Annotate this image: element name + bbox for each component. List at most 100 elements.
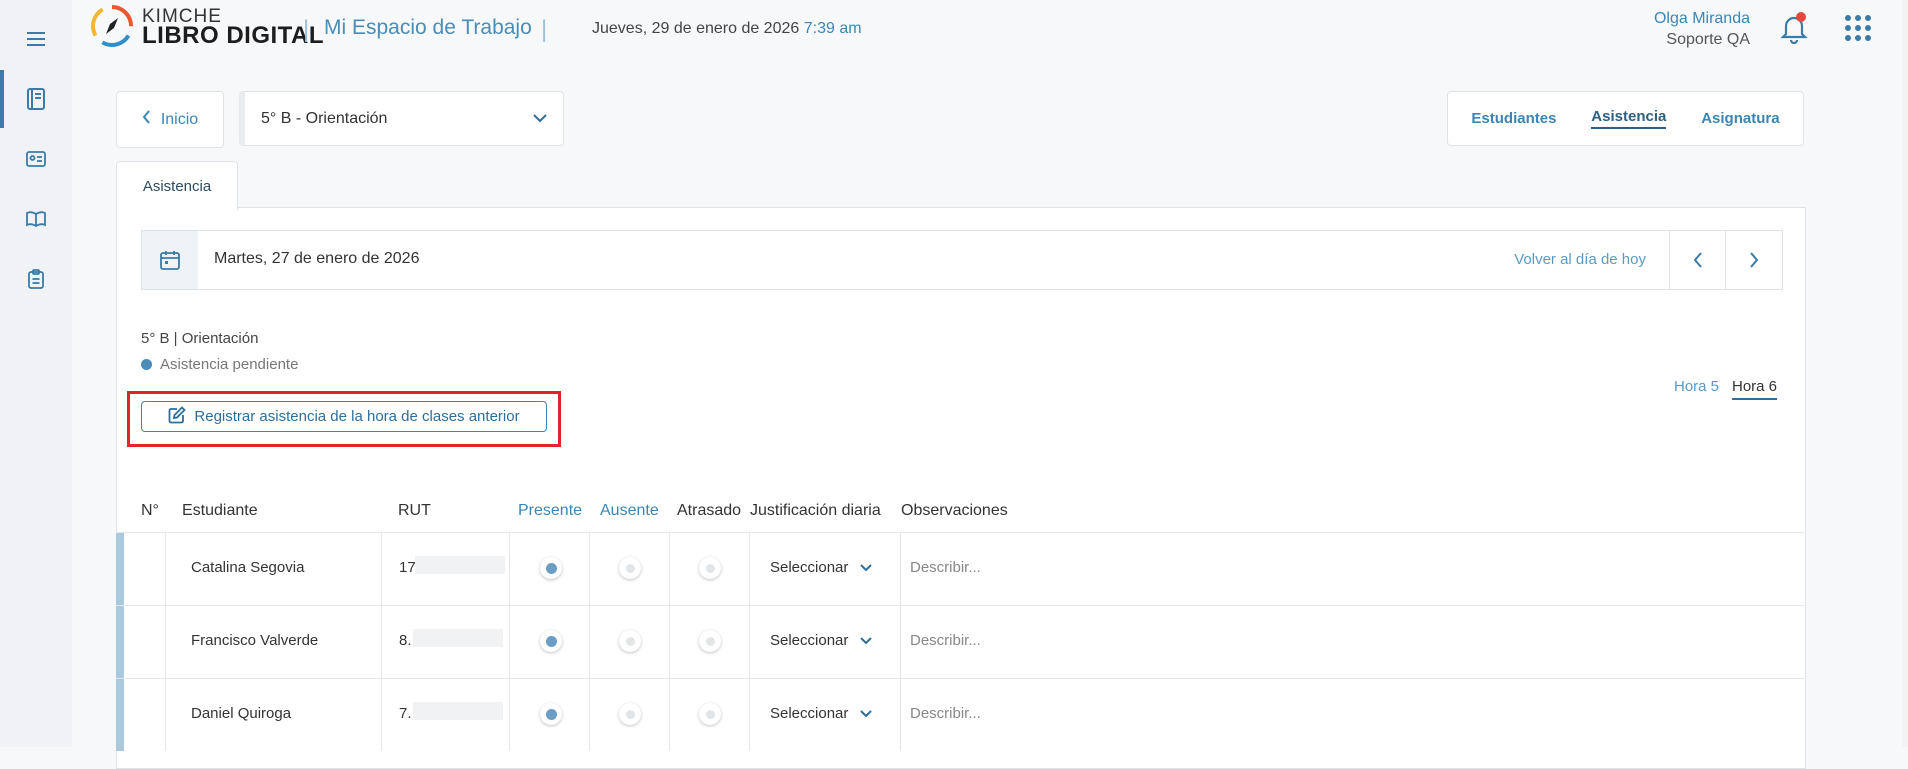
column-divider — [165, 533, 166, 605]
student-rut: 7. — [399, 705, 412, 722]
column-divider — [509, 679, 510, 751]
tab-asistencia[interactable]: Asistencia — [1591, 108, 1667, 129]
tab-asignatura[interactable]: Asignatura — [1701, 110, 1779, 127]
status-text: Asistencia pendiente — [160, 356, 299, 373]
sidebar — [0, 0, 72, 747]
date-bar: Martes, 27 de enero de 2026 Volver al dí… — [141, 230, 1783, 290]
back-button[interactable]: Inicio — [116, 91, 224, 148]
column-divider — [509, 533, 510, 605]
student-name: Catalina Segovia — [191, 559, 305, 576]
back-button-label: Inicio — [160, 110, 199, 128]
student-name: Daniel Quiroga — [191, 705, 292, 722]
observations-input[interactable]: Describir... — [910, 705, 981, 722]
page-tab-asistencia[interactable]: Asistencia — [116, 161, 238, 210]
present-radio[interactable] — [540, 557, 562, 579]
tab-estudiantes[interactable]: Estudiantes — [1471, 110, 1556, 127]
tab-hora-5[interactable]: Hora 5 — [1674, 378, 1719, 395]
col-header-rut: RUT — [398, 502, 431, 519]
register-button-label: Registrar asistencia de la hora de clase… — [194, 408, 520, 425]
justification-select-value: Seleccionar — [770, 705, 849, 722]
rut-mask — [413, 629, 503, 647]
compass-logo-icon — [90, 4, 134, 53]
column-divider — [669, 606, 670, 678]
course-line: 5° B | Orientación — [141, 330, 259, 347]
justification-select[interactable]: Seleccionar — [770, 705, 873, 722]
book-icon[interactable] — [24, 207, 48, 231]
col-header-absent[interactable]: Ausente — [600, 502, 659, 520]
row-indicator — [116, 533, 124, 605]
column-divider — [381, 533, 382, 605]
apps-grid-icon[interactable] — [1845, 15, 1871, 46]
late-radio[interactable] — [699, 557, 721, 579]
clipboard-icon[interactable] — [24, 267, 48, 291]
column-divider — [749, 679, 750, 751]
col-header-observations: Observaciones — [901, 502, 1008, 519]
status-line: Asistencia pendiente — [141, 356, 298, 373]
column-divider — [669, 679, 670, 751]
present-radio[interactable] — [540, 703, 562, 725]
student-rut: 17 — [399, 559, 416, 576]
header-date-text: Jueves, 29 de enero de 2026 — [592, 20, 800, 37]
column-divider — [509, 606, 510, 678]
column-divider — [589, 606, 590, 678]
absent-radio[interactable] — [619, 703, 641, 725]
late-radio[interactable] — [699, 703, 721, 725]
tab-hora-6[interactable]: Hora 6 — [1732, 378, 1778, 400]
column-divider — [381, 606, 382, 678]
chevron-down-icon — [860, 632, 873, 649]
column-divider — [749, 606, 750, 678]
justification-select[interactable]: Seleccionar — [770, 632, 873, 649]
course-select[interactable]: 5° B - Orientación — [239, 91, 564, 146]
notebook-icon[interactable] — [24, 87, 48, 111]
id-card-icon[interactable] — [24, 147, 48, 171]
chevron-left-icon — [142, 110, 151, 129]
col-header-number: N° — [141, 502, 159, 519]
header-date: Jueves, 29 de enero de 2026 7:39 am — [592, 20, 862, 38]
sidebar-active-indicator — [0, 70, 4, 128]
student-rut: 8. — [399, 632, 412, 649]
chevron-right-icon[interactable] — [1725, 231, 1782, 289]
column-divider — [165, 679, 166, 751]
justification-select-value: Seleccionar — [770, 559, 849, 576]
section-tabs: Estudiantes Asistencia Asignatura — [1447, 91, 1804, 146]
chevron-down-icon — [533, 110, 547, 128]
register-previous-hour-button[interactable]: Registrar asistencia de la hora de clase… — [141, 401, 547, 432]
bell-icon[interactable] — [1780, 12, 1808, 49]
header-time: 7:39 am — [803, 20, 862, 37]
user-name[interactable]: Olga Miranda — [1654, 10, 1750, 28]
chevron-down-icon — [860, 559, 873, 576]
menu-icon[interactable] — [24, 27, 48, 51]
col-header-late: Atrasado — [677, 502, 742, 519]
chevron-down-icon — [860, 705, 873, 722]
justification-select[interactable]: Seleccionar — [770, 559, 873, 576]
user-role: Soporte QA — [1666, 31, 1750, 48]
table-row: Daniel Quiroga 7. Seleccionar Describir.… — [116, 678, 1804, 751]
rut-mask — [413, 702, 503, 720]
row-indicator — [116, 679, 124, 751]
page-scrollbar[interactable] — [1902, 0, 1908, 747]
col-header-justification: Justificación diaria — [750, 502, 881, 519]
col-header-present[interactable]: Presente — [518, 502, 582, 520]
absent-radio[interactable] — [619, 630, 641, 652]
justification-select-value: Seleccionar — [770, 632, 849, 649]
observations-input[interactable]: Describir... — [910, 559, 981, 576]
calendar-icon[interactable] — [142, 231, 198, 289]
column-divider — [749, 533, 750, 605]
column-divider — [669, 533, 670, 605]
observations-input[interactable]: Describir... — [910, 632, 981, 649]
column-divider — [165, 606, 166, 678]
column-divider — [900, 606, 901, 678]
absent-radio[interactable] — [619, 557, 641, 579]
chevron-left-icon[interactable] — [1669, 231, 1726, 289]
column-divider — [589, 533, 590, 605]
back-to-today-link[interactable]: Volver al día de hoy — [1514, 251, 1646, 268]
course-select-value: 5° B - Orientación — [261, 109, 388, 127]
header-separator: | — [303, 16, 310, 43]
late-radio[interactable] — [699, 630, 721, 652]
rut-mask — [415, 556, 505, 574]
col-header-student: Estudiante — [182, 502, 258, 519]
status-dot-icon — [141, 359, 152, 370]
row-indicator — [116, 606, 124, 678]
present-radio[interactable] — [540, 630, 562, 652]
table-row: Catalina Segovia 17 Seleccionar Describi… — [116, 532, 1804, 605]
